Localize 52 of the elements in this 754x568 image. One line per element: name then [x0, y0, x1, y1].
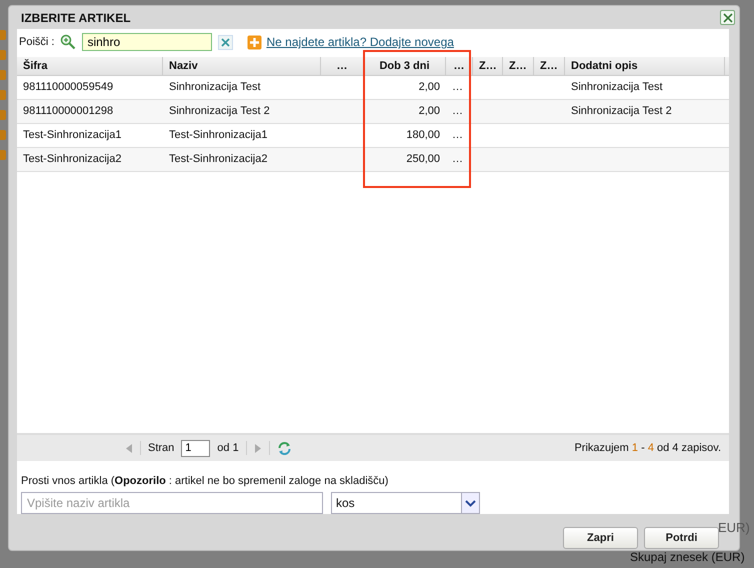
table-cell-text: Test-Sinhronizacija1 — [22, 128, 122, 143]
table-cell-text: 981110000001298 — [22, 104, 114, 119]
total-label: Skupaj znesek (EUR) — [630, 550, 745, 564]
column-header[interactable]: Z… — [503, 57, 534, 75]
table-cell-text: Test-Sinhronizacija2 — [22, 152, 122, 167]
page-label: Stran — [148, 442, 174, 454]
column-header[interactable]: Šifra — [17, 57, 163, 75]
table-cell-text: Sinhronizacija Test — [570, 80, 664, 95]
column-header[interactable]: Dob 3 dni — [364, 57, 446, 75]
table-cell-text: Sinhronizacija Test 2 — [168, 104, 271, 119]
table-row[interactable]: 981110000001298 Sinhronizacija Test 2 2,00 … Sinhronizacija Test 2 — [17, 100, 729, 124]
next-page-icon[interactable] — [254, 442, 262, 454]
article-name-field[interactable]: Vpišite naziv artikla — [21, 492, 323, 514]
column-header[interactable]: … — [446, 57, 473, 75]
previous-page-icon[interactable] — [125, 442, 133, 454]
column-header[interactable]: Z… — [473, 57, 503, 75]
table-row[interactable]: Test-Sinhronizacija2 Test-Sinhronizacija2 250,00 … — [17, 148, 729, 172]
column-header[interactable]: Z… — [534, 57, 565, 75]
table-cell-text: 2,00 — [418, 104, 441, 119]
table-cell-text: … — [451, 104, 464, 119]
add-icon[interactable] — [247, 34, 262, 50]
search-icon[interactable] — [60, 34, 76, 50]
table-cell-text: … — [451, 80, 464, 95]
refresh-icon[interactable] — [276, 440, 292, 456]
unit-dropdown[interactable]: kos — [331, 492, 480, 514]
clear-icon — [221, 38, 230, 46]
page-field[interactable]: 1 — [181, 440, 210, 456]
column-header[interactable]: Dodatni opis — [565, 57, 725, 75]
clear-button[interactable] — [218, 34, 234, 50]
table-cell-text: 2,00 — [418, 80, 441, 95]
add-article-link[interactable]: Ne najdete artikla? Dodajte novega — [266, 35, 454, 49]
close-button[interactable] — [720, 10, 735, 25]
column-header[interactable]: Naziv — [163, 57, 321, 75]
search-label: Poišči : — [19, 36, 54, 48]
table-cell-text: 180,00 — [405, 128, 441, 143]
caret-icon — [461, 493, 479, 513]
table-cell-text: Test-Sinhronizacija1 — [168, 128, 268, 143]
free-entry-label: Prosti vnos artikla (Opozorilo : artikel ne bo spremenil zaloge na skladišču) — [21, 475, 390, 487]
page-count: od 1 — [217, 442, 239, 454]
records-summary: Prikazujem 1 - 4 od 4 zapisov. — [574, 442, 721, 454]
search-field[interactable]: sinhro — [82, 33, 212, 51]
table-cell-text: Sinhronizacija Test 2 — [570, 104, 673, 119]
table-cell-text: 981110000059549 — [22, 80, 114, 95]
dialog-title: IZBERITE ARTIKEL — [21, 10, 131, 24]
table-cell-text: Test-Sinhronizacija2 — [168, 152, 268, 167]
table-cell-text: 250,00 — [405, 152, 441, 167]
table-cell-text: … — [451, 152, 464, 167]
table-cell-text: … — [451, 128, 464, 143]
table-cell-text: Sinhronizacija Test — [168, 80, 262, 95]
dialog-button[interactable]: Potrdi — [644, 527, 719, 549]
column-header[interactable]: … — [321, 57, 364, 75]
dialog-button[interactable]: Zapri — [563, 527, 638, 549]
